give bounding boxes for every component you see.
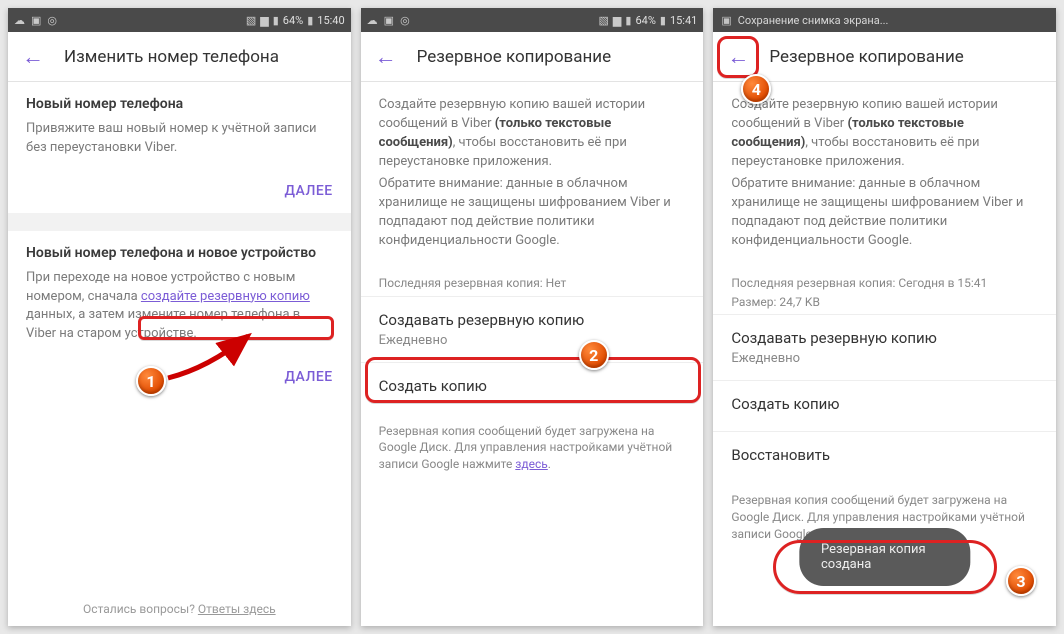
viber-icon: ◎: [400, 14, 410, 27]
cloud-icon: ☁: [14, 14, 25, 27]
battery-text: 64%: [283, 14, 303, 27]
app-header: ← Изменить номер телефона: [8, 32, 351, 82]
google-drive-note: Резервная копия сообщений будет загружен…: [361, 413, 704, 477]
footer-help: Остались вопросы? Ответы здесь: [8, 602, 351, 616]
last-backup-text: Последняя резервная копия: Сегодня в 15:…: [713, 265, 1056, 292]
new-number-text: Привяжите ваш новый номер к учётной запи…: [26, 120, 333, 158]
answers-link[interactable]: Ответы здесь: [198, 602, 276, 616]
page-title: Резервное копирование: [769, 47, 963, 67]
backup-size-text: Размер: 24,7 KB: [713, 292, 1056, 315]
saving-screenshot-text: Сохранение снимка экрана...: [738, 14, 889, 27]
time-text: 15:40: [317, 14, 344, 27]
phone-screen-3: ▣ Сохранение снимка экрана... ← Резервно…: [713, 8, 1056, 626]
cloud-icon: ☁: [367, 14, 378, 27]
next-button-2[interactable]: ДАЛЕЕ: [284, 369, 332, 385]
page-title: Изменить номер телефона: [64, 47, 279, 67]
vibrate-icon: ▧: [246, 14, 256, 27]
wifi-icon: ▆: [613, 14, 621, 27]
app-header: ← Резервное копирование: [713, 32, 1056, 82]
create-backup-row[interactable]: Создать копию: [361, 362, 704, 413]
battery-icon: ▮: [660, 14, 666, 27]
back-icon[interactable]: ←: [375, 44, 397, 70]
back-icon[interactable]: ←: [727, 44, 749, 70]
schedule-row[interactable]: Создавать резервную копию Ежедневно: [713, 314, 1056, 380]
here-link[interactable]: здесь: [515, 457, 548, 471]
backup-created-toast: Резервная копия создана: [799, 528, 970, 586]
vibrate-icon: ▧: [599, 14, 609, 27]
intro-warning: Обратите внимание: данные в облачном хра…: [731, 175, 1038, 250]
image-icon: ▣: [384, 14, 394, 27]
intro-warning: Обратите внимание: данные в облачном хра…: [379, 175, 686, 250]
phone-screen-1: ☁ ▣ ◎ ▧ ▆ ▮ 64% ▮ 15:40 ← Изменить номер…: [8, 8, 351, 626]
intro-text: Создайте резервную копию вашей истории с…: [379, 96, 686, 171]
restore-row[interactable]: Восстановить: [713, 431, 1056, 482]
back-icon[interactable]: ←: [22, 44, 44, 70]
page-title: Резервное копирование: [417, 47, 611, 67]
create-backup-link[interactable]: создайте резервную копию: [141, 289, 310, 304]
battery-icon: ▮: [307, 14, 313, 27]
time-text: 15:41: [670, 14, 697, 27]
step-badge-2: 2: [579, 340, 609, 370]
wifi-icon: ▆: [260, 14, 268, 27]
step-badge-3: 3: [1006, 566, 1036, 596]
signal-icon: ▮: [625, 14, 631, 27]
new-number-device-text: При переходе на новое устройство с новым…: [26, 269, 333, 344]
signal-icon: ▮: [273, 14, 279, 27]
intro-text: Создайте резервную копию вашей истории с…: [731, 96, 1038, 171]
new-number-title: Новый номер телефона: [26, 96, 333, 112]
status-bar: ☁ ▣ ◎ ▧ ▆ ▮ 64% ▮ 15:41: [361, 8, 704, 32]
last-backup-text: Последняя резервная копия: Нет: [361, 265, 704, 296]
next-button-1[interactable]: ДАЛЕЕ: [284, 183, 332, 199]
new-number-device-title: Новый номер телефона и новое устройство: [26, 245, 333, 261]
phone-screen-2: ☁ ▣ ◎ ▧ ▆ ▮ 64% ▮ 15:41 ← Резервное копи…: [361, 8, 704, 626]
app-header: ← Резервное копирование: [361, 32, 704, 82]
image-icon: ▣: [721, 14, 731, 27]
status-bar: ☁ ▣ ◎ ▧ ▆ ▮ 64% ▮ 15:40: [8, 8, 351, 32]
schedule-row[interactable]: Создавать резервную копию Ежедневно: [361, 296, 704, 362]
image-icon: ▣: [31, 14, 41, 27]
notification-bar: ▣ Сохранение снимка экрана...: [713, 8, 1056, 32]
battery-text: 64%: [635, 14, 655, 27]
create-backup-row[interactable]: Создать копию: [713, 380, 1056, 431]
viber-icon: ◎: [47, 14, 57, 27]
step-badge-1: 1: [136, 366, 166, 396]
